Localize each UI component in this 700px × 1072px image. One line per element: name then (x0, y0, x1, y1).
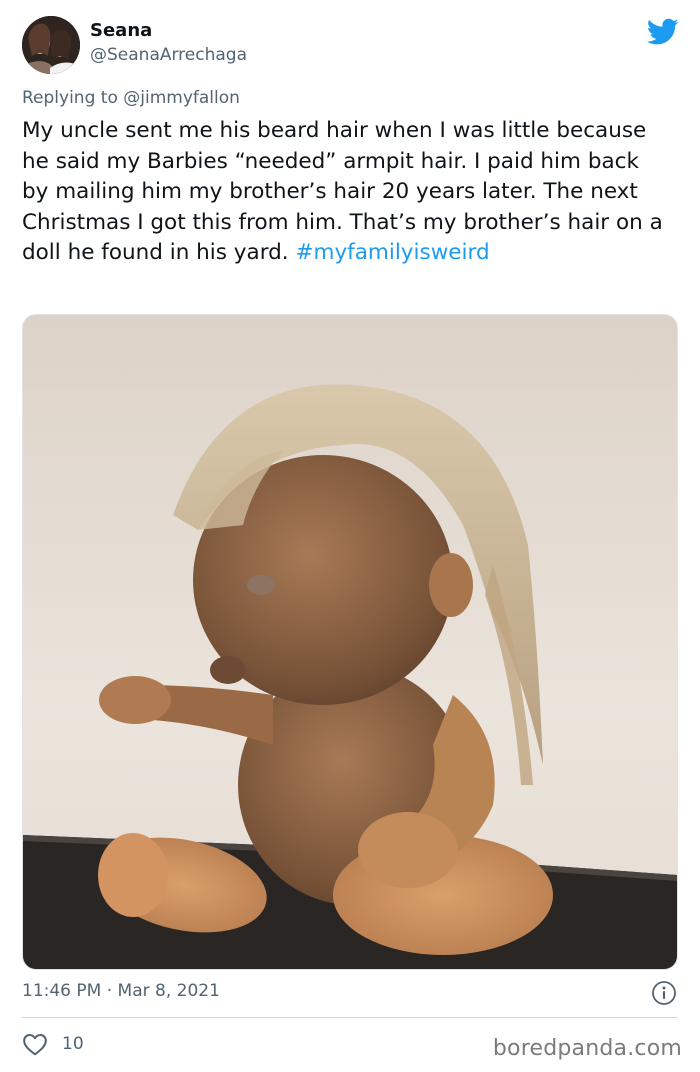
tweet-timestamp[interactable]: 11:46 PM · Mar 8, 2021 (22, 981, 220, 1001)
reply-mention-link[interactable]: @jimmyfallon (123, 88, 240, 108)
watermark: boredpanda.com (492, 1036, 682, 1061)
twitter-bird-icon[interactable] (647, 18, 679, 46)
like-count: 10 (62, 1034, 84, 1054)
author-display-name[interactable]: Seana (90, 20, 152, 41)
tweet-text: My uncle sent me his beard hair when I w… (22, 116, 672, 269)
avatar[interactable] (22, 16, 80, 74)
reply-prefix: Replying to (22, 88, 118, 108)
like-button[interactable]: 10 (22, 1030, 84, 1058)
tweet-photo[interactable] (22, 314, 678, 970)
heart-icon[interactable] (22, 1032, 48, 1056)
info-icon[interactable] (651, 980, 677, 1006)
hashtag-link[interactable]: #myfamilyisweird (295, 240, 489, 265)
reply-context: Replying to @jimmyfallon (22, 88, 240, 108)
divider (22, 1017, 678, 1018)
author-handle[interactable]: @SeanaArrechaga (90, 45, 247, 65)
